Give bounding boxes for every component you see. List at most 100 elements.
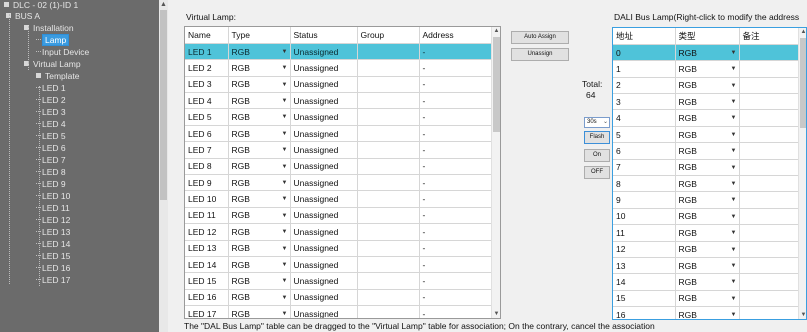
lamp-group-cell[interactable] xyxy=(357,141,420,159)
lamp-address-cell[interactable]: - xyxy=(419,59,492,77)
lamp-group-cell[interactable] xyxy=(357,174,420,192)
virtual-lamp-row[interactable]: LED 11 RGB ▼ Unassigned - xyxy=(185,207,492,225)
tree-item[interactable]: BUS A xyxy=(6,11,40,22)
dali-lamp-row[interactable]: 0 RGB ▼ xyxy=(613,44,799,62)
lamp-address-cell[interactable]: - xyxy=(419,141,492,159)
dali-lamp-row[interactable]: 10 RGB ▼ xyxy=(613,208,799,226)
dali-lamp-row[interactable]: 7 RGB ▼ xyxy=(613,159,799,177)
lamp-group-cell[interactable] xyxy=(357,240,420,257)
dali-address-cell[interactable]: 5 xyxy=(613,126,676,144)
dali-lamp-row[interactable]: 6 RGB ▼ xyxy=(613,142,799,160)
scroll-down-icon[interactable]: ▼ xyxy=(799,311,806,319)
lamp-type-cell[interactable]: RGB ▼ xyxy=(228,158,291,176)
lamp-status-cell[interactable]: Unassigned xyxy=(290,240,358,257)
tree-item[interactable]: LED 11 xyxy=(36,203,70,214)
lamp-name-cell[interactable]: LED 7 xyxy=(185,141,229,159)
dropdown-arrow-icon[interactable]: ▼ xyxy=(731,192,737,207)
tree-item[interactable]: LED 15 xyxy=(36,251,70,262)
column-header[interactable]: Address xyxy=(419,27,492,44)
lamp-address-cell[interactable]: - xyxy=(419,240,492,257)
dropdown-arrow-icon[interactable]: ▼ xyxy=(731,127,737,142)
dali-type-cell[interactable]: RGB ▼ xyxy=(675,77,740,95)
dali-lamp-row[interactable]: 9 RGB ▼ xyxy=(613,191,799,209)
tree-item[interactable]: LED 9 xyxy=(36,179,66,190)
dropdown-arrow-icon[interactable]: ▼ xyxy=(282,175,288,190)
dropdown-arrow-icon[interactable]: ▼ xyxy=(731,242,737,257)
tree-item[interactable]: LED 4 xyxy=(36,119,66,130)
virtual-lamp-scrollbar[interactable]: ▲ ▼ xyxy=(491,27,500,318)
lamp-status-cell[interactable]: Unassigned xyxy=(290,223,358,241)
lamp-group-cell[interactable] xyxy=(357,108,420,126)
dali-type-cell[interactable]: RGB ▼ xyxy=(675,44,740,62)
virtual-lamp-row[interactable]: LED 1 RGB ▼ Unassigned - xyxy=(185,43,492,61)
column-header[interactable]: Name xyxy=(185,27,229,44)
dali-address-cell[interactable]: 0 xyxy=(613,44,676,62)
dropdown-arrow-icon[interactable]: ▼ xyxy=(282,208,288,223)
column-header[interactable]: Type xyxy=(228,27,291,44)
lamp-name-cell[interactable]: LED 2 xyxy=(185,59,229,77)
dali-address-cell[interactable]: 3 xyxy=(613,93,676,111)
lamp-status-cell[interactable]: Unassigned xyxy=(290,272,358,290)
dropdown-arrow-icon[interactable]: ▼ xyxy=(282,191,288,206)
scroll-up-icon[interactable]: ▲ xyxy=(492,27,500,36)
lamp-status-cell[interactable]: Unassigned xyxy=(290,108,358,126)
dali-lamp-grid[interactable]: 地址 类型 备注 0 RGB ▼ 1 RGB ▼ 2 RGB ▼ 3 RGB ▼ 4 RGB ▼ 5 RGB ▼ 6 RG… xyxy=(612,27,807,320)
virtual-lamp-row[interactable]: LED 17 RGB ▼ Unassigned - xyxy=(185,305,492,318)
lamp-name-cell[interactable]: LED 16 xyxy=(185,289,229,307)
tree-item[interactable]: LED 2 xyxy=(36,95,66,106)
lamp-name-cell[interactable]: LED 9 xyxy=(185,174,229,192)
lamp-type-cell[interactable]: RGB ▼ xyxy=(228,207,291,225)
dropdown-arrow-icon[interactable]: ▼ xyxy=(282,44,288,59)
lamp-status-cell[interactable]: Unassigned xyxy=(290,92,358,110)
dropdown-arrow-icon[interactable]: ▼ xyxy=(282,142,288,157)
dali-lamp-row[interactable]: 1 RGB ▼ xyxy=(613,60,799,78)
lamp-address-cell[interactable]: - xyxy=(419,256,492,274)
lamp-name-cell[interactable]: LED 1 xyxy=(185,43,229,61)
lamp-type-cell[interactable]: RGB ▼ xyxy=(228,305,291,318)
lamp-type-cell[interactable]: RGB ▼ xyxy=(228,108,291,126)
lamp-group-cell[interactable] xyxy=(357,289,420,307)
tree-item[interactable]: LED 7 xyxy=(36,155,66,166)
dropdown-arrow-icon[interactable]: ▼ xyxy=(282,306,288,318)
dropdown-arrow-icon[interactable]: ▼ xyxy=(282,273,288,288)
dali-address-cell[interactable]: 8 xyxy=(613,175,676,193)
dropdown-arrow-icon[interactable]: ▼ xyxy=(731,143,737,158)
dropdown-arrow-icon[interactable]: ▼ xyxy=(282,224,288,239)
dali-note-cell[interactable] xyxy=(739,109,799,127)
lamp-address-cell[interactable]: - xyxy=(419,272,492,290)
dropdown-arrow-icon[interactable]: ▼ xyxy=(282,290,288,305)
lamp-address-cell[interactable]: - xyxy=(419,43,492,61)
lamp-name-cell[interactable]: LED 15 xyxy=(185,272,229,290)
lamp-name-cell[interactable]: LED 5 xyxy=(185,108,229,126)
tree-item[interactable]: LED 17 xyxy=(36,275,70,286)
dali-type-cell[interactable]: RGB ▼ xyxy=(675,306,740,319)
dali-type-cell[interactable]: RGB ▼ xyxy=(675,241,740,258)
dali-type-cell[interactable]: RGB ▼ xyxy=(675,159,740,177)
dropdown-arrow-icon[interactable]: ▼ xyxy=(731,274,737,289)
dali-type-cell[interactable]: RGB ▼ xyxy=(675,126,740,144)
dropdown-arrow-icon[interactable]: ▼ xyxy=(731,110,737,125)
dali-lamp-row[interactable]: 4 RGB ▼ xyxy=(613,109,799,127)
dropdown-arrow-icon[interactable]: ▼ xyxy=(282,241,288,256)
lamp-group-cell[interactable] xyxy=(357,43,420,61)
lamp-group-cell[interactable] xyxy=(357,76,420,94)
lamp-status-cell[interactable]: Unassigned xyxy=(290,289,358,307)
dali-address-cell[interactable]: 10 xyxy=(613,208,676,226)
virtual-lamp-row[interactable]: LED 10 RGB ▼ Unassigned - xyxy=(185,190,492,208)
tree-item[interactable]: LED 8 xyxy=(36,167,66,178)
dali-note-cell[interactable] xyxy=(739,224,799,242)
dali-lamp-scrollbar[interactable]: ▲ ▼ xyxy=(798,28,806,319)
virtual-lamp-row[interactable]: LED 2 RGB ▼ Unassigned - xyxy=(185,59,492,77)
lamp-name-cell[interactable]: LED 4 xyxy=(185,92,229,110)
lamp-type-cell[interactable]: RGB ▼ xyxy=(228,256,291,274)
dali-type-cell[interactable]: RGB ▼ xyxy=(675,142,740,160)
dali-note-cell[interactable] xyxy=(739,44,799,62)
lamp-status-cell[interactable]: Unassigned xyxy=(290,256,358,274)
lamp-group-cell[interactable] xyxy=(357,223,420,241)
lamp-address-cell[interactable]: - xyxy=(419,125,492,143)
dropdown-arrow-icon[interactable]: ▼ xyxy=(282,126,288,141)
tree-item[interactable]: LED 3 xyxy=(36,107,66,118)
virtual-lamp-row[interactable]: LED 4 RGB ▼ Unassigned - xyxy=(185,92,492,110)
tree-item[interactable]: LED 14 xyxy=(36,239,70,250)
column-header[interactable]: Status xyxy=(290,27,358,44)
